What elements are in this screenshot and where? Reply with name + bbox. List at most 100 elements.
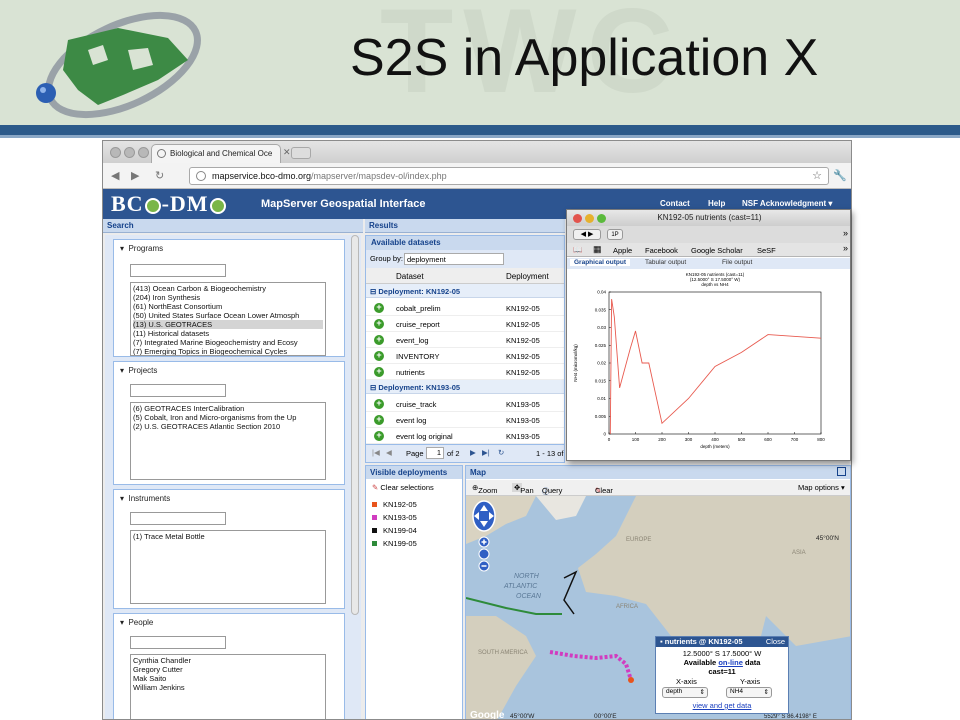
tab-file-output[interactable]: File output: [722, 259, 752, 266]
facet-list[interactable]: Cynthia Chandler Gregory Cutter Mak Saito W…: [130, 654, 326, 719]
facet-item[interactable]: Mak Saito: [133, 674, 323, 683]
table-row[interactable]: + cobalt_prelim KN192-05: [366, 300, 564, 316]
popup-yaxis-select[interactable]: NH4 ⇕: [726, 687, 772, 698]
tab-tabular-output[interactable]: Tabular output: [645, 259, 686, 266]
facet-item[interactable]: (5) Cobalt, Iron and Micro-organisms fro…: [133, 413, 323, 422]
bookmark-sesf[interactable]: SeSF: [757, 246, 776, 255]
zoom-out-icon[interactable]: [478, 560, 490, 572]
next-page-icon[interactable]: ▶: [470, 448, 476, 457]
pan-tool[interactable]: ✥ Pan: [512, 483, 534, 495]
tab-graphical-output[interactable]: Graphical output: [570, 259, 630, 266]
visible-deployment-item[interactable]: KN192-05: [372, 500, 417, 509]
facet-item[interactable]: (1) Trace Metal Bottle: [133, 532, 323, 541]
close-window-icon[interactable]: [110, 147, 121, 158]
bookmark-star-icon[interactable]: ☆: [812, 169, 822, 182]
facet-item[interactable]: (7) Integrated Marine Biogeochemistry an…: [133, 338, 323, 347]
facet-item[interactable]: (413) Ocean Carbon & Biogeochemistry: [133, 284, 323, 293]
maximize-window-icon[interactable]: [138, 147, 149, 158]
minimize-window-icon[interactable]: [585, 214, 594, 223]
add-dataset-icon[interactable]: +: [374, 367, 384, 377]
facet-item[interactable]: (50) United States Surface Ocean Lower A…: [133, 311, 323, 320]
maximize-window-icon[interactable]: [597, 214, 606, 223]
nav-nsf-acknowledgment[interactable]: NSF Acknowledgment ▾: [742, 199, 832, 208]
facet-filter-input[interactable]: [130, 512, 226, 525]
table-row[interactable]: + cruise_report KN192-05: [366, 316, 564, 332]
reload-icon[interactable]: ↻: [155, 169, 164, 182]
facet-filter-input[interactable]: [130, 636, 226, 649]
popup-online-link[interactable]: on-line: [718, 658, 743, 667]
table-row[interactable]: + event log original KN193-05: [366, 428, 564, 444]
facet-item[interactable]: (7) Emerging Topics in Biogeochemical Cy…: [133, 347, 323, 355]
bookmark-google-scholar[interactable]: Google Scholar: [691, 246, 743, 255]
nav-contact[interactable]: Contact: [660, 199, 690, 208]
prev-page-icon[interactable]: ◀: [386, 448, 392, 457]
facet-item[interactable]: Cynthia Chandler: [133, 656, 323, 665]
bookmark-apple[interactable]: Apple: [613, 246, 632, 255]
bookmark-facebook[interactable]: Facebook: [645, 246, 678, 255]
zoom-in-tool[interactable]: ⊕ Zoom in: [472, 483, 497, 504]
scrollbar[interactable]: [351, 235, 359, 615]
visible-deployment-item[interactable]: KN193-05: [372, 513, 417, 522]
facet-filter-input[interactable]: [130, 384, 226, 397]
world-icon[interactable]: [478, 548, 490, 560]
facet-filter-input[interactable]: [130, 264, 226, 277]
wrench-icon[interactable]: 🔧: [833, 169, 847, 182]
address-bar[interactable]: mapservice.bco-dmo.org/mapserver/mapsdev…: [189, 167, 829, 185]
close-tab-icon[interactable]: ✕: [283, 147, 291, 158]
overflow-icon[interactable]: »: [843, 243, 848, 253]
add-dataset-icon[interactable]: +: [374, 319, 384, 329]
table-row[interactable]: + INVENTORY KN192-05: [366, 348, 564, 364]
facet-item[interactable]: (204) Iron Synthesis: [133, 293, 323, 302]
first-page-icon[interactable]: |◀: [372, 448, 380, 457]
deployment-group-header[interactable]: ⊟ Deployment: KN193-05: [366, 380, 564, 394]
map-options-menu[interactable]: Map options ▾: [798, 483, 845, 492]
add-dataset-icon[interactable]: +: [374, 335, 384, 345]
facet-item[interactable]: (6) GEOTRACES InterCalibration: [133, 404, 323, 413]
add-dataset-icon[interactable]: +: [374, 431, 384, 441]
add-dataset-icon[interactable]: +: [374, 351, 384, 361]
zoom-in-icon[interactable]: [478, 536, 490, 548]
visible-deployment-item[interactable]: KN199-05: [372, 539, 417, 548]
page-input[interactable]: 1: [426, 447, 444, 459]
popup-close-button[interactable]: Close: [766, 637, 785, 647]
back-icon[interactable]: ◀: [111, 169, 119, 182]
facet-list[interactable]: (1) Trace Metal Bottle: [130, 530, 326, 604]
close-window-icon[interactable]: [573, 214, 582, 223]
pan-control-icon[interactable]: [472, 500, 496, 532]
facet-list[interactable]: (6) GEOTRACES InterCalibration (5) Cobalt…: [130, 402, 326, 480]
facet-header[interactable]: ▾ Programs: [120, 244, 163, 253]
new-tab-button[interactable]: [291, 147, 311, 159]
table-row[interactable]: + nutrients KN192-05: [366, 364, 564, 380]
facet-header[interactable]: ▾ People: [120, 618, 153, 627]
facet-item[interactable]: (2) U.S. GEOTRACES Atlantic Section 2010: [133, 422, 323, 431]
last-page-icon[interactable]: ▶|: [482, 448, 490, 457]
refresh-icon[interactable]: ↻: [498, 448, 504, 457]
facet-item[interactable]: (11) Historical datasets: [133, 329, 323, 338]
table-row[interactable]: + cruise_track KN193-05: [366, 396, 564, 412]
table-row[interactable]: + event log KN193-05: [366, 412, 564, 428]
1p-button[interactable]: 1P: [607, 229, 623, 240]
minimize-window-icon[interactable]: [124, 147, 135, 158]
column-header[interactable]: Deployment: [506, 272, 549, 281]
group-by-select[interactable]: deployment: [404, 253, 504, 265]
clear-selections-button[interactable]: ✎ Clear selections: [372, 483, 434, 492]
bookmarks-book-icon[interactable]: 📖: [573, 245, 582, 254]
forward-icon[interactable]: ▶: [131, 169, 139, 182]
maximize-panel-icon[interactable]: [837, 467, 846, 476]
overflow-icon[interactable]: »: [843, 228, 848, 238]
browser-tab[interactable]: Biological and Chemical Oce: [151, 144, 281, 163]
table-row[interactable]: + event_log KN192-05: [366, 332, 564, 348]
popup-xaxis-select[interactable]: depth ⇕: [662, 687, 708, 698]
facet-item[interactable]: William Jenkins: [133, 683, 323, 692]
view-and-get-data-link[interactable]: view and get data: [656, 701, 788, 710]
column-header[interactable]: Dataset: [396, 272, 424, 281]
facet-list[interactable]: (413) Ocean Carbon & Biogeochemistry (204…: [130, 282, 326, 356]
facet-item[interactable]: (13) U.S. GEOTRACES: [133, 320, 323, 329]
deployment-group-header[interactable]: ⊟ Deployment: KN192-05: [366, 284, 564, 298]
visible-deployment-item[interactable]: KN199-04: [372, 526, 417, 535]
grid-icon[interactable]: ▦: [593, 244, 602, 255]
add-dataset-icon[interactable]: +: [374, 399, 384, 409]
facet-item[interactable]: (61) NorthEast Consortium: [133, 302, 323, 311]
add-dataset-icon[interactable]: +: [374, 415, 384, 425]
facet-header[interactable]: ▾ Projects: [120, 366, 157, 375]
